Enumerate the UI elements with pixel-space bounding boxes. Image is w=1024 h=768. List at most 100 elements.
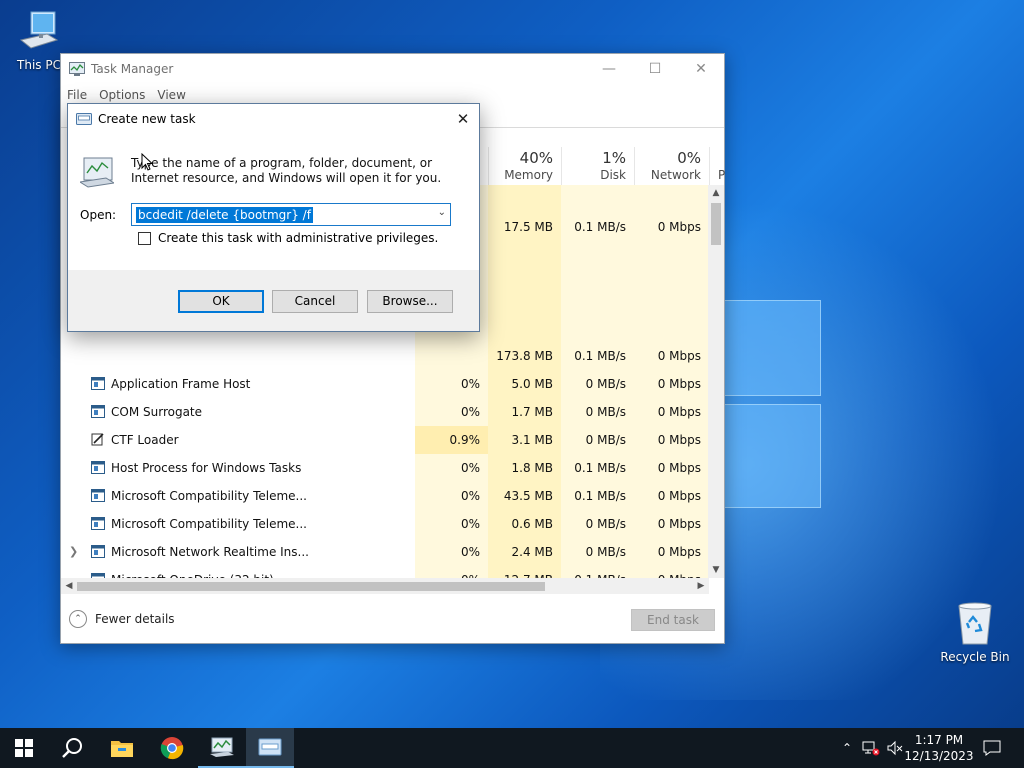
- close-button[interactable]: ✕: [678, 54, 724, 84]
- desktop-icon-recycle-bin[interactable]: Recycle Bin: [938, 602, 1012, 664]
- open-combobox[interactable]: bcdedit /delete {bootmgr} /f ⌄: [131, 203, 451, 226]
- cpu-cell: 0%: [460, 489, 480, 503]
- taskbar-task-manager[interactable]: [198, 728, 246, 768]
- cancel-button[interactable]: Cancel: [272, 290, 358, 313]
- network-cell: 0 Mbps: [657, 489, 701, 503]
- memory-cell: 0.6 MB: [511, 517, 553, 531]
- memory-cell: 43.5 MB: [503, 489, 553, 503]
- cpu-cell: 0%: [460, 377, 480, 391]
- table-row[interactable]: Host Process for Windows Tasks 0% 1.8 MB 0.…: [61, 454, 709, 482]
- browse-button[interactable]: Browse...: [367, 290, 453, 313]
- disk-cell: 0 MB/s: [585, 517, 626, 531]
- network-cell: 0 Mbps: [657, 433, 701, 447]
- column-header-network[interactable]: 0% Network: [634, 147, 709, 185]
- maximize-button[interactable]: ☐: [632, 54, 678, 84]
- admin-privileges-option[interactable]: Create this task with administrative pri…: [138, 231, 438, 245]
- table-row[interactable]: Microsoft OneDrive (32 bit) 0%12.7 MB0.1 …: [61, 566, 709, 578]
- table-row[interactable]: 173.8 MB 0.1 MB/s 0 Mbps: [61, 342, 709, 370]
- table-row[interactable]: Microsoft Compatibility Teleme... 0% 0.6 M…: [61, 510, 709, 538]
- create-new-task-dialog[interactable]: Create new task ✕ Type the name of a pro…: [67, 103, 480, 332]
- table-row[interactable]: ❯ Microsoft Network Realtime Ins... 0% 2.4 …: [61, 538, 709, 566]
- fewer-details-button[interactable]: ⌃ Fewer details: [69, 610, 175, 628]
- menu-options[interactable]: Options: [99, 88, 145, 102]
- network-percent: 0%: [677, 149, 701, 167]
- menu-view[interactable]: View: [157, 88, 185, 102]
- admin-privileges-label: Create this task with administrative pri…: [158, 231, 439, 245]
- end-task-button[interactable]: End task: [631, 609, 715, 631]
- minimize-button[interactable]: —: [586, 54, 632, 84]
- memory-cell: 17.5 MB: [503, 220, 553, 234]
- vertical-scrollbar[interactable]: ▲ ▼: [708, 185, 724, 578]
- disk-cell: 0.1 MB/s: [574, 461, 626, 475]
- disk-cell: 0 MB/s: [585, 433, 626, 447]
- scroll-up-icon[interactable]: ▲: [708, 185, 724, 201]
- task-manager-icon: [210, 737, 234, 757]
- computer-icon: [17, 10, 61, 54]
- disk-cell: 0 MB/s: [585, 405, 626, 419]
- taskbar-run-dialog[interactable]: [246, 728, 294, 768]
- network-tray-button[interactable]: [860, 728, 882, 768]
- column-header-disk[interactable]: 1% Disk: [561, 147, 634, 185]
- scroll-left-icon[interactable]: ◀: [61, 578, 77, 594]
- admin-privileges-checkbox[interactable]: [138, 231, 151, 245]
- table-row[interactable]: CTF Loader 0.9% 3.1 MB 0 MB/s 0 Mbps: [61, 426, 709, 454]
- process-name: Host Process for Windows Tasks: [111, 461, 302, 475]
- horizontal-scrollbar[interactable]: ◀ ▶: [61, 578, 709, 594]
- disk-cell: 0.1 MB/s: [574, 349, 626, 363]
- scroll-thumb[interactable]: [711, 203, 721, 245]
- ok-button[interactable]: OK: [178, 290, 264, 313]
- cpu-cell: 0%: [460, 545, 480, 559]
- dialog-description: Type the name of a program, folder, docu…: [131, 156, 442, 185]
- notification-icon: [983, 740, 1001, 756]
- open-input-value[interactable]: bcdedit /delete {bootmgr} /f: [136, 207, 313, 223]
- process-name: Microsoft Compatibility Teleme...: [111, 517, 307, 531]
- table-row[interactable]: Microsoft Compatibility Teleme... 0% 43.5 …: [61, 482, 709, 510]
- process-name: Microsoft Compatibility Teleme...: [111, 489, 307, 503]
- clock-time: 1:17 PM: [914, 733, 964, 747]
- start-button[interactable]: [0, 728, 48, 768]
- memory-cell: 1.8 MB: [511, 461, 553, 475]
- search-button[interactable]: [48, 728, 96, 768]
- network-cell: 0 Mbps: [657, 545, 701, 559]
- action-center-button[interactable]: [978, 728, 1006, 768]
- volume-tray-button[interactable]: [884, 728, 906, 768]
- network-disconnected-icon: [862, 741, 880, 756]
- process-icon: [91, 461, 105, 474]
- show-hidden-icons-button[interactable]: ⌃: [838, 728, 856, 768]
- taskbar-clock[interactable]: 1:17 PM 12/13/2023: [904, 732, 974, 764]
- column-header-memory[interactable]: 40% Memory: [488, 147, 561, 185]
- clock-date: 12/13/2023: [904, 749, 974, 763]
- dialog-titlebar[interactable]: Create new task ✕: [68, 104, 479, 134]
- network-cell: 0 Mbps: [657, 377, 701, 391]
- start-icon: [15, 739, 33, 757]
- close-icon: ✕: [695, 61, 707, 77]
- memory-cell: 1.7 MB: [511, 405, 553, 419]
- process-icon: [91, 405, 105, 418]
- process-name: Microsoft OneDrive (32 bit): [111, 566, 274, 578]
- scroll-down-icon[interactable]: ▼: [708, 562, 724, 578]
- network-cell: 0 Mbps: [657, 349, 701, 363]
- task-manager-titlebar[interactable]: Task Manager — ☐ ✕: [61, 54, 724, 84]
- chrome-icon: [160, 737, 184, 760]
- scroll-thumb[interactable]: [77, 582, 545, 591]
- chevron-up-icon: ⌃: [841, 741, 853, 755]
- file-explorer-icon: [111, 741, 133, 757]
- dialog-title: Create new task: [98, 112, 196, 126]
- column-header-power[interactable]: P: [709, 147, 725, 185]
- process-icon: [91, 377, 105, 390]
- run-icon: [76, 113, 92, 125]
- expand-chevron-icon[interactable]: ❯: [69, 538, 78, 566]
- volume-muted-icon: [887, 740, 903, 756]
- scroll-right-icon[interactable]: ▶: [693, 578, 709, 594]
- taskbar-file-explorer[interactable]: [98, 728, 146, 768]
- memory-cell: 12.7 MB: [488, 566, 561, 578]
- table-row[interactable]: COM Surrogate 0% 1.7 MB 0 MB/s 0 Mbps: [61, 398, 709, 426]
- menu-file[interactable]: File: [67, 88, 87, 102]
- table-row[interactable]: Application Frame Host 0% 5.0 MB 0 MB/s 0 Mb…: [61, 370, 709, 398]
- process-name: Application Frame Host: [111, 377, 251, 391]
- taskbar-chrome[interactable]: [148, 728, 196, 768]
- network-cell: 0 Mbps: [657, 405, 701, 419]
- close-icon[interactable]: ✕: [447, 110, 479, 128]
- chevron-down-icon[interactable]: ⌄: [438, 207, 446, 218]
- memory-label: Memory: [504, 168, 553, 182]
